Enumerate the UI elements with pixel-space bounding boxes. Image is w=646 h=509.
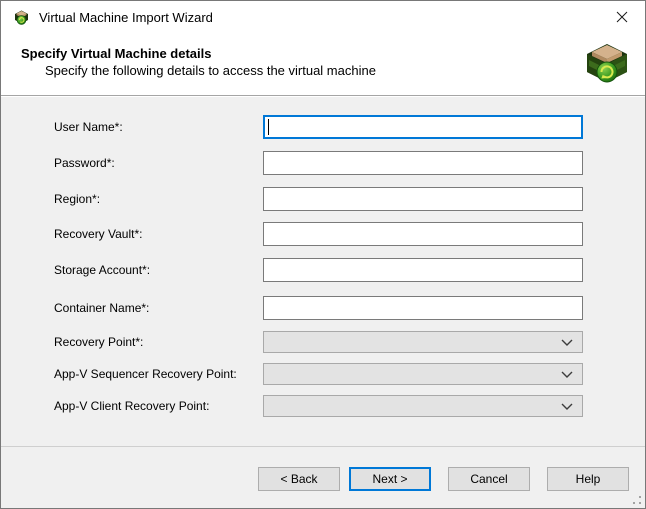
back-button[interactable]: < Back (258, 467, 340, 491)
form-area: User Name*: Password*: Region*: Recovery… (1, 97, 645, 508)
vm-import-box-icon (13, 9, 30, 26)
field-label: User Name*: (54, 115, 123, 139)
wizard-window: Virtual Machine Import Wizard Specify Vi… (0, 0, 646, 509)
help-button[interactable]: Help (547, 467, 629, 491)
close-button[interactable] (599, 1, 645, 32)
window-title: Virtual Machine Import Wizard (39, 10, 213, 25)
form-row-storage-account: Storage Account*: (1, 258, 645, 282)
appv-client-recovery-point-select[interactable] (263, 395, 583, 417)
next-button[interactable]: Next > (349, 467, 431, 491)
field-label: App-V Sequencer Recovery Point: (54, 363, 237, 385)
field-label: Recovery Point*: (54, 331, 143, 353)
chevron-down-icon (561, 403, 573, 411)
page-subtitle: Specify the following details to access … (45, 63, 376, 78)
appv-sequencer-recovery-point-select[interactable] (263, 363, 583, 385)
form-row-recovery-vault: Recovery Vault*: (1, 222, 645, 246)
close-icon (615, 10, 629, 24)
chevron-down-icon (561, 371, 573, 379)
field-label: App-V Client Recovery Point: (54, 395, 209, 417)
cancel-button[interactable]: Cancel (448, 467, 530, 491)
field-label: Region*: (54, 187, 100, 211)
recovery-point-select[interactable] (263, 331, 583, 353)
form-row-recovery-point: Recovery Point*: (1, 331, 645, 353)
field-label: Password*: (54, 151, 115, 175)
form-row-container-name: Container Name*: (1, 296, 645, 320)
container-name-input[interactable] (263, 296, 583, 320)
title-bar: Virtual Machine Import Wizard (1, 1, 645, 33)
wizard-header: Specify Virtual Machine details Specify … (1, 33, 645, 96)
form-row-user-name: User Name*: (1, 115, 645, 139)
form-row-appv-sequencer: App-V Sequencer Recovery Point: (1, 363, 645, 385)
footer-divider (1, 446, 645, 447)
storage-account-input[interactable] (263, 258, 583, 282)
form-row-region: Region*: (1, 187, 645, 211)
form-row-appv-client: App-V Client Recovery Point: (1, 395, 645, 417)
resize-grip-icon[interactable] (631, 494, 641, 504)
chevron-down-icon (561, 339, 573, 347)
field-label: Recovery Vault*: (54, 222, 142, 246)
password-input[interactable] (263, 151, 583, 175)
vm-import-box-icon (582, 39, 632, 89)
page-title: Specify Virtual Machine details (21, 46, 212, 61)
form-row-password: Password*: (1, 151, 645, 175)
user-name-input[interactable] (263, 115, 583, 139)
text-caret (268, 119, 269, 135)
recovery-vault-input[interactable] (263, 222, 583, 246)
region-input[interactable] (263, 187, 583, 211)
field-label: Container Name*: (54, 296, 149, 320)
field-label: Storage Account*: (54, 258, 150, 282)
